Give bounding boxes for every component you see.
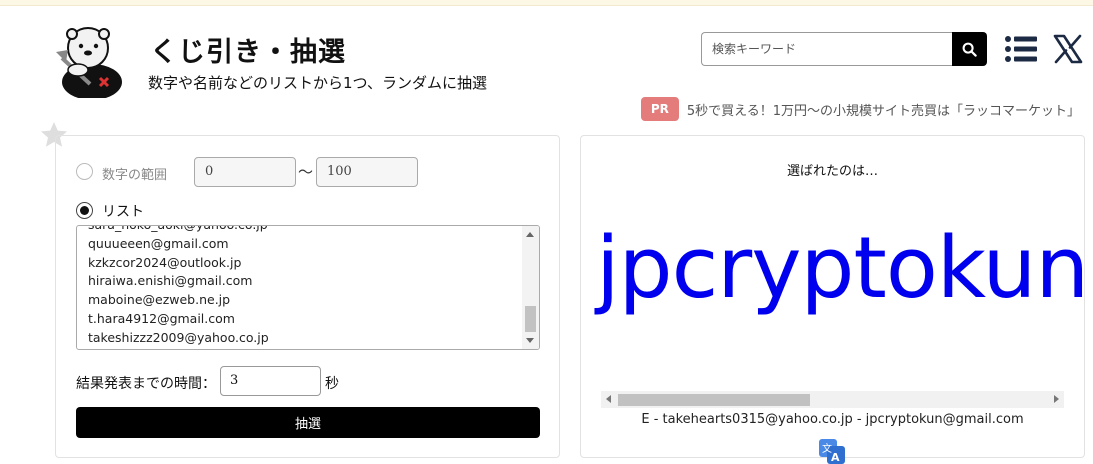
list-radio[interactable] (76, 202, 93, 219)
translate-icon[interactable]: 文 A (819, 439, 845, 464)
range-separator: 〜 (298, 163, 314, 181)
result-pair-text: E - takehearts0315@yahoo.co.jp - jpcrypt… (641, 412, 1024, 427)
search-bar (701, 32, 987, 66)
range-to-input[interactable]: 100 (316, 157, 418, 187)
scroll-left-arrow-icon[interactable] (606, 395, 611, 403)
list-scrollbar[interactable] (522, 226, 539, 349)
svg-text:A: A (831, 451, 840, 464)
scroll-down-arrow-icon[interactable] (526, 338, 534, 343)
otter-mascot-logo[interactable] (54, 22, 130, 98)
scroll-thumb[interactable] (618, 394, 810, 406)
time-unit: 秒 (325, 376, 339, 392)
time-input[interactable]: 3 (220, 366, 321, 396)
scroll-thumb[interactable] (525, 306, 536, 332)
range-from-input[interactable]: 0 (194, 157, 296, 187)
scroll-right-arrow-icon[interactable] (1054, 395, 1059, 403)
page-title: くじ引き・抽選 (150, 37, 346, 68)
range-label: 数字の範囲 (102, 168, 168, 183)
page-subtitle: 数字や名前などのリストから1つ、ランダムに抽選 (148, 74, 487, 92)
top-banner-strip (0, 0, 1093, 6)
winner-text: jpcryptokun@gmail.com (596, 219, 1085, 318)
list-line: kzkzcor2024@outlook.jp (88, 254, 242, 270)
range-radio[interactable] (76, 163, 93, 180)
list-textarea[interactable]: sara_hoko_aoki@yahoo.co.jp quuueeen@gmai… (76, 225, 540, 350)
lottery-settings-panel: 数字の範囲 0 〜 100 リスト sara_hoko_aoki@yahoo.c… (55, 135, 560, 458)
draw-button[interactable]: 抽選 (76, 407, 540, 438)
list-label: リスト (102, 204, 144, 220)
result-panel: 選ばれたのは… jpcryptokun@gmail.com E - takehe… (580, 135, 1085, 458)
x-logo-icon[interactable] (1053, 34, 1083, 64)
ad-text[interactable]: 5秒で買える！1万円〜の小規模サイト売買は「ラッコマーケット」 (687, 100, 1080, 119)
search-input[interactable] (701, 32, 952, 66)
time-label: 結果発表までの時間： (76, 376, 216, 392)
search-icon (962, 42, 977, 57)
list-line: hiraiwa.enishi@gmail.com (88, 273, 253, 289)
ad-banner[interactable]: PR 5秒で買える！1万円〜の小規模サイト売買は「ラッコマーケット」 (640, 97, 1080, 121)
list-line: t.hara4912@gmail.com (88, 310, 235, 326)
list-line: sara_hoko_aoki@yahoo.co.jp (88, 226, 269, 235)
result-label: 選ばれたのは… (786, 164, 878, 179)
pr-badge: PR (640, 97, 679, 121)
list-line: maboine@ezweb.ne.jp (88, 292, 231, 308)
search-button[interactable] (952, 32, 987, 66)
list-line: quuueeen@gmail.com (88, 235, 229, 251)
scroll-up-arrow-icon[interactable] (526, 232, 534, 237)
result-scrollbar[interactable] (601, 391, 1064, 408)
menu-list-icon[interactable] (1004, 35, 1038, 63)
list-line: takeshizzz2009@yahoo.co.jp (88, 329, 269, 345)
